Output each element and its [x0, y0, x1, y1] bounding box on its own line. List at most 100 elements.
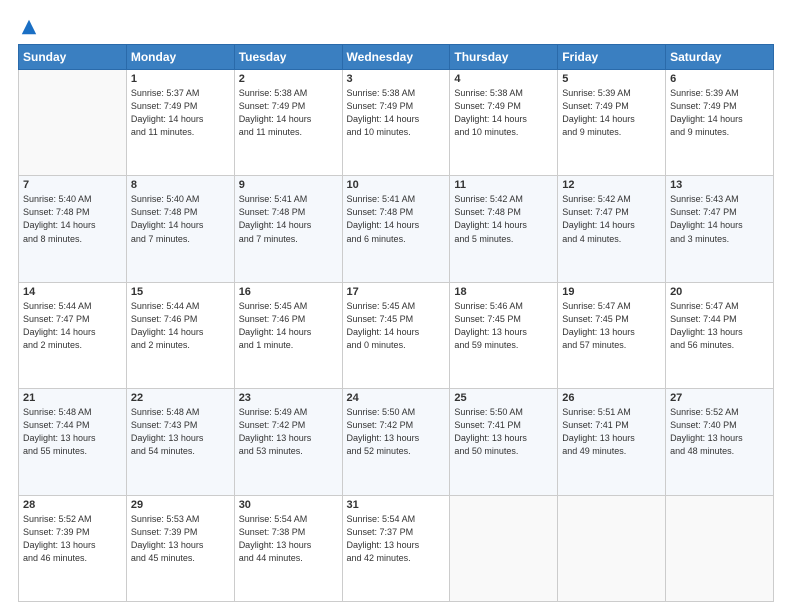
day-number: 15 — [131, 286, 230, 298]
calendar-week-5: 28Sunrise: 5:52 AM Sunset: 7:39 PM Dayli… — [19, 495, 774, 601]
calendar-cell: 28Sunrise: 5:52 AM Sunset: 7:39 PM Dayli… — [19, 495, 127, 601]
day-info: Sunrise: 5:44 AM Sunset: 7:47 PM Dayligh… — [23, 300, 122, 352]
calendar-week-3: 14 Sunrise: 5:44 AM Sunset: 7:47 PM Dayli… — [19, 282, 774, 388]
calendar-cell: 12 Sunrise: 5:42 AM Sunset: 7:47 PM Dayli… — [558, 176, 666, 282]
calendar-week-4: 21 Sunrise: 5:48 AM Sunset: 7:44 PM Dayli… — [19, 389, 774, 495]
day-info: Sunrise: 5:46 AM Sunset: 7:45 PM Dayligh… — [454, 300, 553, 352]
day-info: Sunrise: 5:39 AM Sunset: 7:49 PM Dayligh… — [670, 87, 769, 139]
day-info: Sunrise: 5:40 AM Sunset: 7:48 PM Dayligh… — [131, 193, 230, 245]
day-number: 13 — [670, 179, 769, 191]
day-number: 16 — [239, 286, 338, 298]
calendar-cell: 16 Sunrise: 5:45 AM Sunset: 7:46 PM Dayli… — [234, 282, 342, 388]
day-number: 24 — [347, 392, 446, 404]
day-info: Sunrise: 5:41 AM Sunset: 7:48 PM Dayligh… — [239, 193, 338, 245]
day-number: 8 — [131, 179, 230, 191]
day-info: Sunrise: 5:48 AM Sunset: 7:43 PM Dayligh… — [131, 406, 230, 458]
day-info: Sunrise: 5:50 AM Sunset: 7:41 PM Dayligh… — [454, 406, 553, 458]
calendar-cell: 7 Sunrise: 5:40 AM Sunset: 7:48 PM Daylig… — [19, 176, 127, 282]
calendar-cell: 22 Sunrise: 5:48 AM Sunset: 7:43 PM Dayli… — [126, 389, 234, 495]
calendar-table: SundayMondayTuesdayWednesdayThursdayFrid… — [18, 44, 774, 602]
day-number: 7 — [23, 179, 122, 191]
day-number: 19 — [562, 286, 661, 298]
calendar-cell: 5 Sunrise: 5:39 AM Sunset: 7:49 PM Daylig… — [558, 70, 666, 176]
day-info: Sunrise: 5:38 AM Sunset: 7:49 PM Dayligh… — [239, 87, 338, 139]
page: SundayMondayTuesdayWednesdayThursdayFrid… — [0, 0, 792, 612]
day-info: Sunrise: 5:48 AM Sunset: 7:44 PM Dayligh… — [23, 406, 122, 458]
calendar-header-wednesday: Wednesday — [342, 45, 450, 70]
day-number: 29 — [131, 499, 230, 511]
day-number: 9 — [239, 179, 338, 191]
day-number: 20 — [670, 286, 769, 298]
day-number: 4 — [454, 73, 553, 85]
day-number: 22 — [131, 392, 230, 404]
day-info: Sunrise: 5:42 AM Sunset: 7:48 PM Dayligh… — [454, 193, 553, 245]
day-info: Sunrise: 5:41 AM Sunset: 7:48 PM Dayligh… — [347, 193, 446, 245]
day-info: Sunrise: 5:44 AM Sunset: 7:46 PM Dayligh… — [131, 300, 230, 352]
day-number: 30 — [239, 499, 338, 511]
logo — [18, 18, 38, 36]
calendar-header-tuesday: Tuesday — [234, 45, 342, 70]
day-number: 14 — [23, 286, 122, 298]
day-number: 21 — [23, 392, 122, 404]
calendar-cell: 11 Sunrise: 5:42 AM Sunset: 7:48 PM Dayli… — [450, 176, 558, 282]
day-info: Sunrise: 5:52 AM Sunset: 7:40 PM Dayligh… — [670, 406, 769, 458]
day-info: Sunrise: 5:47 AM Sunset: 7:44 PM Dayligh… — [670, 300, 769, 352]
day-number: 18 — [454, 286, 553, 298]
calendar-header-row: SundayMondayTuesdayWednesdayThursdayFrid… — [19, 45, 774, 70]
calendar-cell: 4 Sunrise: 5:38 AM Sunset: 7:49 PM Daylig… — [450, 70, 558, 176]
day-info: Sunrise: 5:39 AM Sunset: 7:49 PM Dayligh… — [562, 87, 661, 139]
calendar-cell: 10 Sunrise: 5:41 AM Sunset: 7:48 PM Dayli… — [342, 176, 450, 282]
calendar-cell: 26Sunrise: 5:51 AM Sunset: 7:41 PM Dayli… — [558, 389, 666, 495]
calendar-cell: 9 Sunrise: 5:41 AM Sunset: 7:48 PM Daylig… — [234, 176, 342, 282]
day-info: Sunrise: 5:45 AM Sunset: 7:46 PM Dayligh… — [239, 300, 338, 352]
day-number: 2 — [239, 73, 338, 85]
calendar-cell: 24 Sunrise: 5:50 AM Sunset: 7:42 PM Dayli… — [342, 389, 450, 495]
calendar-header-sunday: Sunday — [19, 45, 127, 70]
day-info: Sunrise: 5:50 AM Sunset: 7:42 PM Dayligh… — [347, 406, 446, 458]
calendar-header-thursday: Thursday — [450, 45, 558, 70]
calendar-header-saturday: Saturday — [666, 45, 774, 70]
header — [18, 18, 774, 36]
calendar-week-2: 7 Sunrise: 5:40 AM Sunset: 7:48 PM Daylig… — [19, 176, 774, 282]
calendar-cell: 29 Sunrise: 5:53 AM Sunset: 7:39 PM Dayli… — [126, 495, 234, 601]
calendar-cell: 13 Sunrise: 5:43 AM Sunset: 7:47 PM Dayli… — [666, 176, 774, 282]
day-number: 5 — [562, 73, 661, 85]
calendar-cell: 17Sunrise: 5:45 AM Sunset: 7:45 PM Dayli… — [342, 282, 450, 388]
calendar-cell: 31 Sunrise: 5:54 AM Sunset: 7:37 PM Dayli… — [342, 495, 450, 601]
day-info: Sunrise: 5:51 AM Sunset: 7:41 PM Dayligh… — [562, 406, 661, 458]
day-number: 10 — [347, 179, 446, 191]
day-info: Sunrise: 5:54 AM Sunset: 7:37 PM Dayligh… — [347, 513, 446, 565]
day-number: 3 — [347, 73, 446, 85]
calendar-cell: 30 Sunrise: 5:54 AM Sunset: 7:38 PM Dayli… — [234, 495, 342, 601]
calendar-cell: 3 Sunrise: 5:38 AM Sunset: 7:49 PM Daylig… — [342, 70, 450, 176]
calendar-cell: 23Sunrise: 5:49 AM Sunset: 7:42 PM Dayli… — [234, 389, 342, 495]
calendar-header-monday: Monday — [126, 45, 234, 70]
day-info: Sunrise: 5:37 AM Sunset: 7:49 PM Dayligh… — [131, 87, 230, 139]
logo-text — [18, 18, 38, 36]
calendar-cell: 27Sunrise: 5:52 AM Sunset: 7:40 PM Dayli… — [666, 389, 774, 495]
calendar-cell: 19 Sunrise: 5:47 AM Sunset: 7:45 PM Dayli… — [558, 282, 666, 388]
logo-icon — [20, 18, 38, 36]
day-info: Sunrise: 5:54 AM Sunset: 7:38 PM Dayligh… — [239, 513, 338, 565]
day-info: Sunrise: 5:53 AM Sunset: 7:39 PM Dayligh… — [131, 513, 230, 565]
day-info: Sunrise: 5:42 AM Sunset: 7:47 PM Dayligh… — [562, 193, 661, 245]
day-info: Sunrise: 5:47 AM Sunset: 7:45 PM Dayligh… — [562, 300, 661, 352]
calendar-week-1: 1Sunrise: 5:37 AM Sunset: 7:49 PM Daylig… — [19, 70, 774, 176]
day-info: Sunrise: 5:40 AM Sunset: 7:48 PM Dayligh… — [23, 193, 122, 245]
calendar-cell — [666, 495, 774, 601]
day-info: Sunrise: 5:43 AM Sunset: 7:47 PM Dayligh… — [670, 193, 769, 245]
day-info: Sunrise: 5:38 AM Sunset: 7:49 PM Dayligh… — [454, 87, 553, 139]
calendar-cell: 18 Sunrise: 5:46 AM Sunset: 7:45 PM Dayli… — [450, 282, 558, 388]
day-number: 11 — [454, 179, 553, 191]
calendar-cell: 20 Sunrise: 5:47 AM Sunset: 7:44 PM Dayli… — [666, 282, 774, 388]
calendar-cell — [19, 70, 127, 176]
day-number: 31 — [347, 499, 446, 511]
day-number: 6 — [670, 73, 769, 85]
calendar-cell: 2 Sunrise: 5:38 AM Sunset: 7:49 PM Daylig… — [234, 70, 342, 176]
calendar-cell: 8 Sunrise: 5:40 AM Sunset: 7:48 PM Daylig… — [126, 176, 234, 282]
calendar-header-friday: Friday — [558, 45, 666, 70]
day-info: Sunrise: 5:38 AM Sunset: 7:49 PM Dayligh… — [347, 87, 446, 139]
calendar-cell: 14 Sunrise: 5:44 AM Sunset: 7:47 PM Dayli… — [19, 282, 127, 388]
day-info: Sunrise: 5:45 AM Sunset: 7:45 PM Dayligh… — [347, 300, 446, 352]
day-number: 12 — [562, 179, 661, 191]
